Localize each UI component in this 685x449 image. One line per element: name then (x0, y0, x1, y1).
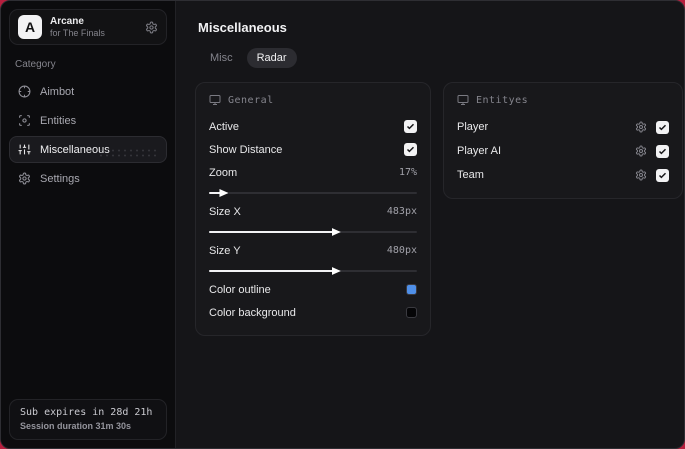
slider-thumb[interactable] (331, 228, 341, 236)
general-panel: General Active Show Distance Zoom 17% Si… (195, 82, 431, 336)
app-card: A Arcane for The Finals (9, 9, 167, 45)
slider-thumb[interactable] (219, 189, 229, 197)
slider-label: Zoom (209, 166, 238, 179)
entity-row-player: Player (457, 116, 669, 138)
zoom-slider[interactable] (209, 189, 417, 197)
player-ai-checkbox[interactable] (656, 144, 669, 158)
size-x-slider-group: Size X 483px (209, 201, 417, 236)
app-subtitle: for The Finals (50, 27, 105, 38)
slider-value: 483px (386, 206, 417, 217)
sidebar-item-miscellaneous[interactable]: Miscellaneous (9, 136, 167, 163)
crosshair-icon (18, 85, 31, 98)
toggle-label: Active (209, 120, 239, 133)
toggle-label: Show Distance (209, 143, 283, 156)
entity-row-team: Team (457, 164, 669, 186)
category-label: Category (15, 59, 56, 70)
sidebar-item-settings[interactable]: Settings (9, 165, 167, 192)
size-x-slider[interactable] (209, 228, 417, 236)
entities-panel-title: Entityes (476, 94, 529, 106)
sidebar-item-aimbot[interactable]: Aimbot (9, 78, 167, 105)
sidebar-item-label: Aimbot (40, 85, 75, 98)
size-y-slider[interactable] (209, 267, 417, 275)
app-logo: A (18, 15, 42, 39)
gear-icon[interactable] (635, 121, 647, 133)
entity-row-player-ai: Player AI (457, 140, 669, 162)
color-outline-swatch[interactable] (406, 284, 417, 295)
sidebar-item-label: Entities (40, 114, 77, 127)
monitor-icon (209, 94, 221, 106)
player-checkbox[interactable] (656, 120, 669, 134)
sub-expires-text: Sub expires in 28d 21h (20, 407, 153, 418)
color-label: Color outline (209, 283, 271, 296)
color-background-swatch[interactable] (406, 307, 417, 318)
show-distance-checkbox[interactable] (404, 143, 417, 156)
gear-icon[interactable] (145, 21, 158, 34)
sidebar-item-label: Settings (40, 172, 80, 185)
subscription-box: Sub expires in 28d 21h Session duration … (9, 399, 167, 440)
session-duration-text: Session duration 31m 30s (20, 421, 132, 431)
entity-label: Team (457, 169, 484, 181)
slider-value: 480px (386, 245, 417, 256)
toggle-row-active: Active (209, 116, 417, 137)
tab-bar: Misc Radar (200, 48, 683, 68)
sidebar-item-entities[interactable]: Entities (9, 107, 167, 134)
gear-icon[interactable] (635, 145, 647, 157)
entity-label: Player (457, 121, 489, 133)
slider-label: Size Y (209, 244, 241, 257)
sliders-icon (18, 143, 31, 156)
entity-label: Player AI (457, 145, 502, 157)
gear-icon (18, 172, 31, 185)
color-row-outline: Color outline (209, 279, 417, 300)
size-y-slider-group: Size Y 480px (209, 240, 417, 275)
tab-radar[interactable]: Radar (246, 48, 297, 68)
entities-panel: Entityes Player Player AI Team (443, 82, 683, 199)
sidebar: A Arcane for The Finals Category Aimbot (1, 1, 176, 448)
color-row-background: Color background (209, 302, 417, 323)
app-window: A Arcane for The Finals Category Aimbot (0, 0, 685, 449)
slider-label: Size X (209, 205, 241, 218)
sidebar-nav: Aimbot Entities Miscellaneous Settings (9, 78, 167, 192)
gear-icon[interactable] (635, 169, 647, 181)
toggle-row-show-distance: Show Distance (209, 139, 417, 160)
tab-misc[interactable]: Misc (200, 48, 243, 68)
color-label: Color background (209, 306, 296, 319)
zoom-slider-group: Zoom 17% (209, 162, 417, 197)
page-title: Miscellaneous (198, 20, 287, 35)
active-checkbox[interactable] (404, 120, 417, 133)
slider-value: 17% (398, 167, 417, 178)
scan-eye-icon (18, 114, 31, 127)
app-title: Arcane (50, 16, 84, 28)
team-checkbox[interactable] (656, 168, 669, 182)
sidebar-item-label: Miscellaneous (40, 143, 110, 156)
monitor-icon (457, 94, 469, 106)
main-content: Miscellaneous Misc Radar General Active (176, 1, 684, 448)
slider-thumb[interactable] (331, 267, 341, 275)
general-panel-title: General (228, 94, 274, 106)
